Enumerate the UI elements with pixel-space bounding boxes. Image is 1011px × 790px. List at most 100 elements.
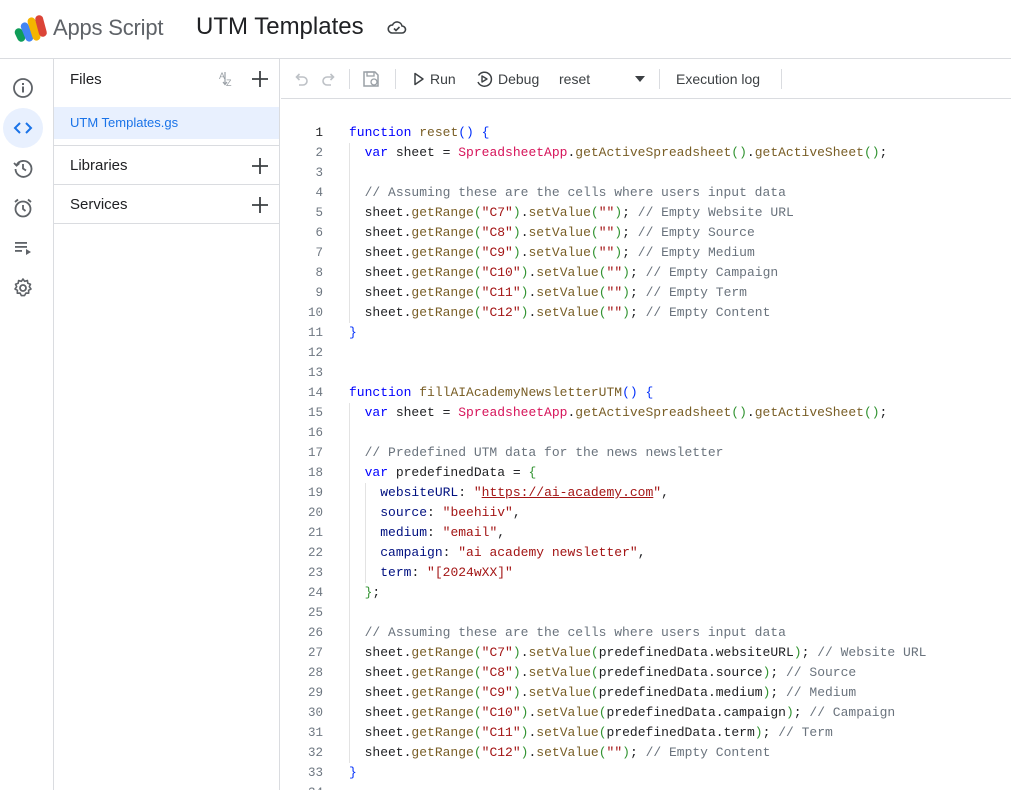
sort-az-icon[interactable]: A Z [217,68,239,90]
code-line[interactable]: 24 }; [281,583,1011,603]
code-line[interactable]: 12 [281,343,1011,363]
libraries-section[interactable]: Libraries [54,146,279,185]
code-token: ) [622,745,630,760]
code-text: function fillAIAcademyNewsletterUTM() { [349,383,653,403]
file-name: UTM Templates.gs [70,115,179,130]
code-token: ( [598,285,607,300]
apps-script-logo-icon[interactable] [14,14,48,44]
code-token: ) [512,665,521,680]
undo-icon[interactable] [291,69,311,89]
redo-icon[interactable] [319,69,339,89]
code-token: setValue [536,745,599,760]
code-token: { [481,125,490,140]
code-token: () [622,385,638,400]
code-line[interactable]: 4 // Assuming these are the cells where … [281,183,1011,203]
debug-button[interactable]: Debug [475,59,539,99]
code-line[interactable]: 10 sheet.getRange("C12").setValue(""); /… [281,303,1011,323]
code-line[interactable]: 20 source: "beehiiv", [281,503,1011,523]
alarm-icon [14,198,32,218]
code-line[interactable]: 19 websiteURL: "https://ai-academy.com", [281,483,1011,503]
cloud-saved-icon[interactable] [387,19,407,37]
code-line[interactable]: 1 function reset() { [281,123,1011,143]
code-token: "" [606,745,623,760]
line-number: 21 [307,526,323,540]
services-section[interactable]: Services [54,185,279,224]
execution-log-label: Execution log [676,71,761,87]
triggers-button[interactable] [3,188,43,228]
code-token: getRange [411,705,474,720]
code-token: () [731,405,747,420]
code-line[interactable]: 8 sheet.getRange("C10").setValue(""); //… [281,263,1011,283]
app-name[interactable]: Apps Script [53,15,163,41]
code-line[interactable]: 26 // Assuming these are the cells where… [281,623,1011,643]
code-line[interactable]: 27 sheet.getRange("C7").setValue(predefi… [281,643,1011,663]
code-text: // Assuming these are the cells where us… [349,183,786,203]
gear-icon [14,278,32,297]
code-line[interactable]: 11} [281,323,1011,343]
code-line[interactable]: 34 [281,783,1011,790]
code-line[interactable]: 16 [281,423,1011,443]
code-token: ) [622,305,630,320]
code-token: ; [372,585,381,600]
code-line[interactable]: 17 // Predefined UTM data for the news n… [281,443,1011,463]
code-token: ) [512,245,521,260]
code-line[interactable]: 14 function fillAIAcademyNewsletterUTM() … [281,383,1011,403]
code-token: ( [473,705,482,720]
code-line[interactable]: 28 sheet.getRange("C8").setValue(predefi… [281,663,1011,683]
code-token: predefinedData.source [598,665,763,680]
code-line[interactable]: 7 sheet.getRange("C9").setValue(""); // … [281,243,1011,263]
code-editor[interactable]: 1 function reset() {2 var sheet = Spreads… [281,100,1011,790]
project-history-button[interactable] [3,148,43,188]
line-number: 12 [307,346,323,360]
code-line[interactable]: 6 sheet.getRange("C8").setValue(""); // … [281,223,1011,243]
executions-button[interactable] [3,228,43,268]
code-token: SpreadsheetApp [458,145,568,160]
code-token: fillAIAcademyNewsletterUTM [419,385,623,400]
code-line[interactable]: 32 sheet.getRange("C12").setValue(""); /… [281,743,1011,763]
editor-button[interactable] [3,108,43,148]
code-line[interactable]: 23 term: "[2024wXX]" [281,563,1011,583]
code-token: reset [419,125,459,140]
code-token: "C9" [481,245,513,260]
code-token: () [863,145,880,160]
code-text: sheet.getRange("C7").setValue(""); // Em… [349,203,794,223]
add-service-plus-icon[interactable] [250,195,270,215]
code-text: sheet.getRange("C10").setValue(""); // E… [349,263,779,283]
code-line[interactable]: 3 [281,163,1011,183]
code-token: ( [473,245,482,260]
code-line[interactable]: 15 var sheet = SpreadsheetApp.getActiveS… [281,403,1011,423]
code-line[interactable]: 25 [281,603,1011,623]
run-button[interactable]: Run [413,59,456,99]
code-token: SpreadsheetApp [458,405,568,420]
code-line[interactable]: 9 sheet.getRange("C11").setValue(""); //… [281,283,1011,303]
function-select[interactable]: reset [557,59,651,99]
execution-log-button[interactable]: Execution log [676,59,760,99]
code-line[interactable]: 22 campaign: "ai academy newsletter", [281,543,1011,563]
add-library-plus-icon[interactable] [250,156,270,176]
code-token: // Assuming these are the cells where us… [364,625,786,640]
code-token: getRange [411,305,474,320]
code-token: . [520,645,529,660]
code-line[interactable]: 5 sheet.getRange("C7").setValue(""); // … [281,203,1011,223]
code-token: } [349,765,357,780]
save-icon[interactable] [361,69,381,89]
project-settings-button[interactable] [3,268,43,308]
code-line[interactable]: 31 sheet.getRange("C11").setValue(predef… [281,723,1011,743]
code-line[interactable]: 2 var sheet = SpreadsheetApp. getActiveSp… [281,143,1011,163]
overview-button[interactable] [3,68,43,108]
code-line[interactable]: 18 var predefinedData = { [281,463,1011,483]
code-token: } [349,325,357,340]
code-lines[interactable]: 1 function reset() {2 var sheet = Spreads… [281,123,1011,790]
line-number: 19 [307,486,323,500]
code-line[interactable]: 13 [281,363,1011,383]
code-line[interactable]: 21 medium: "email", [281,523,1011,543]
code-text: var sheet = SpreadsheetApp. getActiveSpre… [349,143,888,163]
project-title[interactable]: UTM Templates [196,13,364,41]
code-token: setValue [528,665,591,680]
code-line[interactable]: 29 sheet.getRange("C9").setValue(predefi… [281,683,1011,703]
code-line[interactable]: 33} [281,763,1011,783]
add-file-plus-icon[interactable] [250,69,270,89]
code-line[interactable]: 30 sheet.getRange("C10").setValue(predef… [281,703,1011,723]
file-item[interactable]: UTM Templates.gs [54,107,279,139]
